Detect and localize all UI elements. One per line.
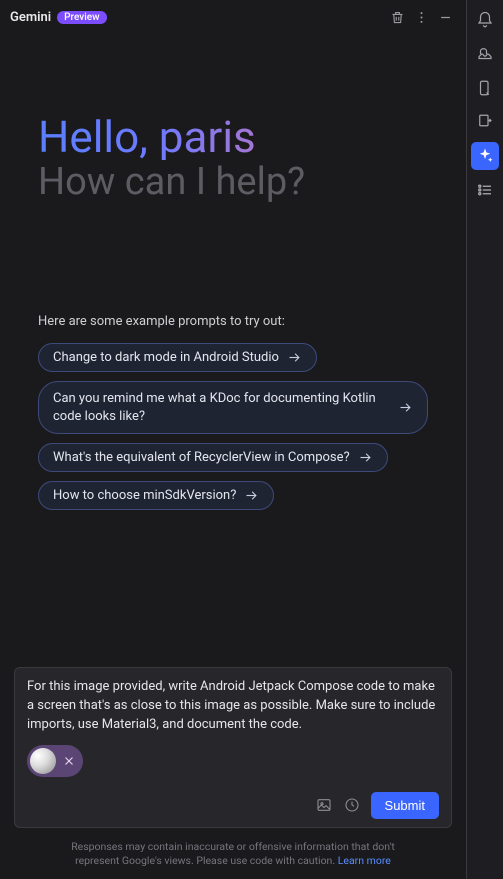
prompt-chip[interactable]: Change to dark mode in Android Studio <box>38 343 317 372</box>
content-area: Hello, paris How can I help? Here are so… <box>0 34 466 657</box>
device-icon[interactable] <box>471 74 499 102</box>
prompt-chip-label: Can you remind me what a KDoc for docume… <box>53 390 390 425</box>
prompt-chips: Change to dark mode in Android Studio Ca… <box>38 343 428 510</box>
greeting-hello: Hello, paris <box>38 114 428 160</box>
arrow-right-icon <box>398 400 413 415</box>
sparkle-icon[interactable] <box>471 142 499 170</box>
list-icon[interactable] <box>471 176 499 204</box>
arrow-right-icon <box>358 450 373 465</box>
more-icon[interactable] <box>410 6 432 28</box>
composer: For this image provided, write Android J… <box>14 667 452 828</box>
prompt-chip[interactable]: How to choose minSdkVersion? <box>38 481 274 510</box>
doc-out-icon[interactable] <box>471 108 499 136</box>
arrow-right-icon <box>287 350 302 365</box>
disclaimer: Responses may contain inaccurate or offe… <box>0 836 466 879</box>
submit-button[interactable]: Submit <box>371 792 439 819</box>
prompt-chip-label: What's the equivalent of RecyclerView in… <box>53 450 350 465</box>
header-bar: Gemini Preview <box>0 0 466 34</box>
prompt-chip[interactable]: What's the equivalent of RecyclerView in… <box>38 443 388 472</box>
right-rail <box>467 0 503 879</box>
disclaimer-line1: Responses may contain inaccurate or offe… <box>71 840 395 853</box>
greeting-subhead: How can I help? <box>38 162 428 204</box>
history-icon[interactable] <box>343 796 361 814</box>
puzzle-icon[interactable] <box>471 40 499 68</box>
prompt-chip-label: Change to dark mode in Android Studio <box>53 350 279 365</box>
prompt-chip[interactable]: Can you remind me what a KDoc for docume… <box>38 381 428 434</box>
bell-icon[interactable] <box>471 6 499 34</box>
composer-toolbar: Submit <box>27 792 439 819</box>
attachment-thumbnail[interactable] <box>30 748 56 774</box>
app-title: Gemini <box>10 10 51 25</box>
attachment-chip <box>27 745 83 777</box>
composer-input[interactable]: For this image provided, write Android J… <box>27 678 439 735</box>
prompt-chip-label: How to choose minSdkVersion? <box>53 488 236 503</box>
minimize-icon[interactable] <box>434 6 456 28</box>
main-panel: Gemini Preview Hello, paris How can I he… <box>0 0 467 879</box>
prompts-heading: Here are some example prompts to try out… <box>38 314 428 329</box>
preview-badge: Preview <box>57 11 106 24</box>
trash-icon[interactable] <box>386 6 408 28</box>
image-icon[interactable] <box>315 796 333 814</box>
arrow-right-icon <box>244 488 259 503</box>
close-icon[interactable] <box>58 750 80 772</box>
disclaimer-line2: represent Google's views. Please use cod… <box>75 854 338 867</box>
learn-more-link[interactable]: Learn more <box>338 854 391 867</box>
